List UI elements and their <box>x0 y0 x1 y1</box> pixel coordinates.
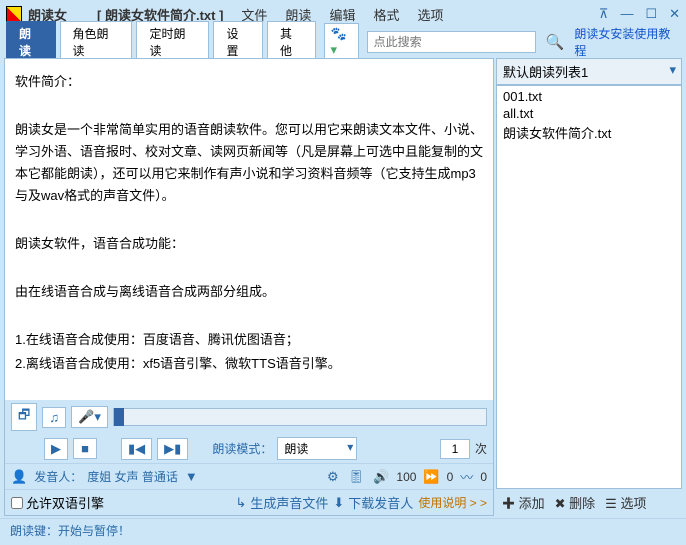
playlist-select[interactable]: 默认朗读列表1 <box>496 58 682 85</box>
next-button[interactable]: ▶▮ <box>157 438 188 460</box>
volume-icon[interactable]: 🔊 <box>371 469 391 485</box>
mic-button[interactable]: 🎤▾ <box>71 406 108 428</box>
volume-value: 100 <box>396 470 416 484</box>
dual-engine-input[interactable] <box>11 497 23 509</box>
main-area: 软件简介： 朗读女是一个非常简单实用的语音朗读软件。您可以用它来朗读文本文件、小… <box>0 56 686 518</box>
left-pane: 软件简介： 朗读女是一个非常简单实用的语音朗读软件。您可以用它来朗读文本文件、小… <box>4 58 494 516</box>
dual-engine-checkbox[interactable]: 允许双语引擎 <box>11 493 104 512</box>
add-button[interactable]: ✚ 添加 <box>502 493 545 512</box>
speaker-value[interactable]: 度姐 女声 普通话 <box>87 468 178 485</box>
toolbar: 朗读 角色朗读 定时朗读 设置 其他 🐾▾ 🔍 朗读女安装使用教程 <box>0 28 686 56</box>
menu-edit[interactable]: 编辑 <box>329 5 355 24</box>
speaker-label: 发音人： <box>34 468 82 485</box>
play-button[interactable]: ▶ <box>44 438 68 460</box>
count-unit: 次 <box>475 440 487 457</box>
download-speaker-button[interactable]: ⬇下载发音人 <box>333 493 413 512</box>
mode-select[interactable]: 朗读 <box>277 437 357 460</box>
paw-button[interactable]: 🐾▾ <box>324 23 358 61</box>
music-button[interactable]: ♫ <box>42 407 66 428</box>
tab-read[interactable]: 朗读 <box>6 21 56 63</box>
text-content[interactable]: 软件简介： 朗读女是一个非常简单实用的语音朗读软件。您可以用它来朗读文本文件、小… <box>5 59 493 400</box>
note-button[interactable]: 🗗 <box>11 403 37 431</box>
speed-value: 0 <box>447 470 454 484</box>
search-input[interactable] <box>367 31 536 53</box>
content-p6: 2.离线语音合成使用：xf5语音引擎、微软TTS语音引擎。 <box>15 353 483 375</box>
right-pane: 默认朗读列表1 001.txt all.txt 朗读女软件简介.txt ✚ 添加… <box>496 58 682 516</box>
content-p3: 朗读女软件，语音合成功能： <box>15 233 483 255</box>
app-icon <box>6 6 22 22</box>
pitch-icon[interactable]: 〰 <box>458 467 475 486</box>
maximize-icon[interactable]: ☐ <box>645 6 657 22</box>
file-item[interactable]: all.txt <box>501 105 677 122</box>
search-icon[interactable]: 🔍 <box>540 33 571 51</box>
usage-link[interactable]: 使用说明 > > <box>418 494 487 511</box>
content-p5: 1.在线语音合成使用：百度语音、腾讯优图语音； <box>15 329 483 351</box>
speaker-dropdown-icon[interactable]: ▼ <box>183 469 200 484</box>
file-item[interactable]: 朗读女软件简介.txt <box>501 122 677 143</box>
window-controls: ⊼ — ☐ ✕ <box>599 6 680 22</box>
seek-thumb[interactable] <box>114 408 124 426</box>
content-p1: 软件简介： <box>15 71 483 93</box>
prev-button[interactable]: ▮◀ <box>121 438 152 460</box>
settings-icon[interactable]: ⚙ <box>325 469 341 485</box>
stop-button[interactable]: ■ <box>73 438 97 459</box>
tune-icon[interactable]: 🎚 <box>346 469 367 485</box>
status-bar: 朗读键：开始与暂停！ <box>0 518 686 542</box>
gen-audio-button[interactable]: ↳生成声音文件 <box>235 493 328 512</box>
speed-icon[interactable]: ⏩ <box>421 469 441 485</box>
tab-role-read[interactable]: 角色朗读 <box>60 21 133 63</box>
content-p2: 朗读女是一个非常简单实用的语音朗读软件。您可以用它来朗读文本文件、小说、学习外语… <box>15 119 483 207</box>
pin-icon[interactable]: ⊼ <box>599 6 609 22</box>
tab-settings[interactable]: 设置 <box>213 21 263 63</box>
content-p4: 由在线语音合成与离线语音合成两部分组成。 <box>15 281 483 303</box>
pitch-value: 0 <box>480 470 487 484</box>
speaker-icon: 👤 <box>11 469 27 485</box>
mode-label: 朗读模式： <box>212 440 272 457</box>
close-icon[interactable]: ✕ <box>669 6 680 22</box>
help-link[interactable]: 朗读女安装使用教程 <box>574 25 680 59</box>
tab-other[interactable]: 其他 <box>267 21 317 63</box>
file-list[interactable]: 001.txt all.txt 朗读女软件简介.txt <box>496 85 682 489</box>
minimize-icon[interactable]: — <box>620 6 633 22</box>
menu-format[interactable]: 格式 <box>373 5 399 24</box>
tab-timer-read[interactable]: 定时朗读 <box>136 21 209 63</box>
repeat-count-input[interactable] <box>440 439 470 459</box>
file-item[interactable]: 001.txt <box>501 88 677 105</box>
export-icon: ↳ <box>235 495 246 511</box>
menu-options[interactable]: 选项 <box>417 5 443 24</box>
download-icon: ⬇ <box>333 495 344 511</box>
options-button[interactable]: ☰ 选项 <box>605 493 646 512</box>
seek-bar[interactable] <box>113 408 487 426</box>
playlist-actions: ✚ 添加 ✖ 删除 ☰ 选项 <box>496 489 682 516</box>
delete-button[interactable]: ✖ 删除 <box>555 493 596 512</box>
controls-panel: 🗗 ♫ 🎤▾ ▶ ■ ▮◀ ▶▮ 朗读模式： 朗读 次 👤 <box>5 400 493 515</box>
